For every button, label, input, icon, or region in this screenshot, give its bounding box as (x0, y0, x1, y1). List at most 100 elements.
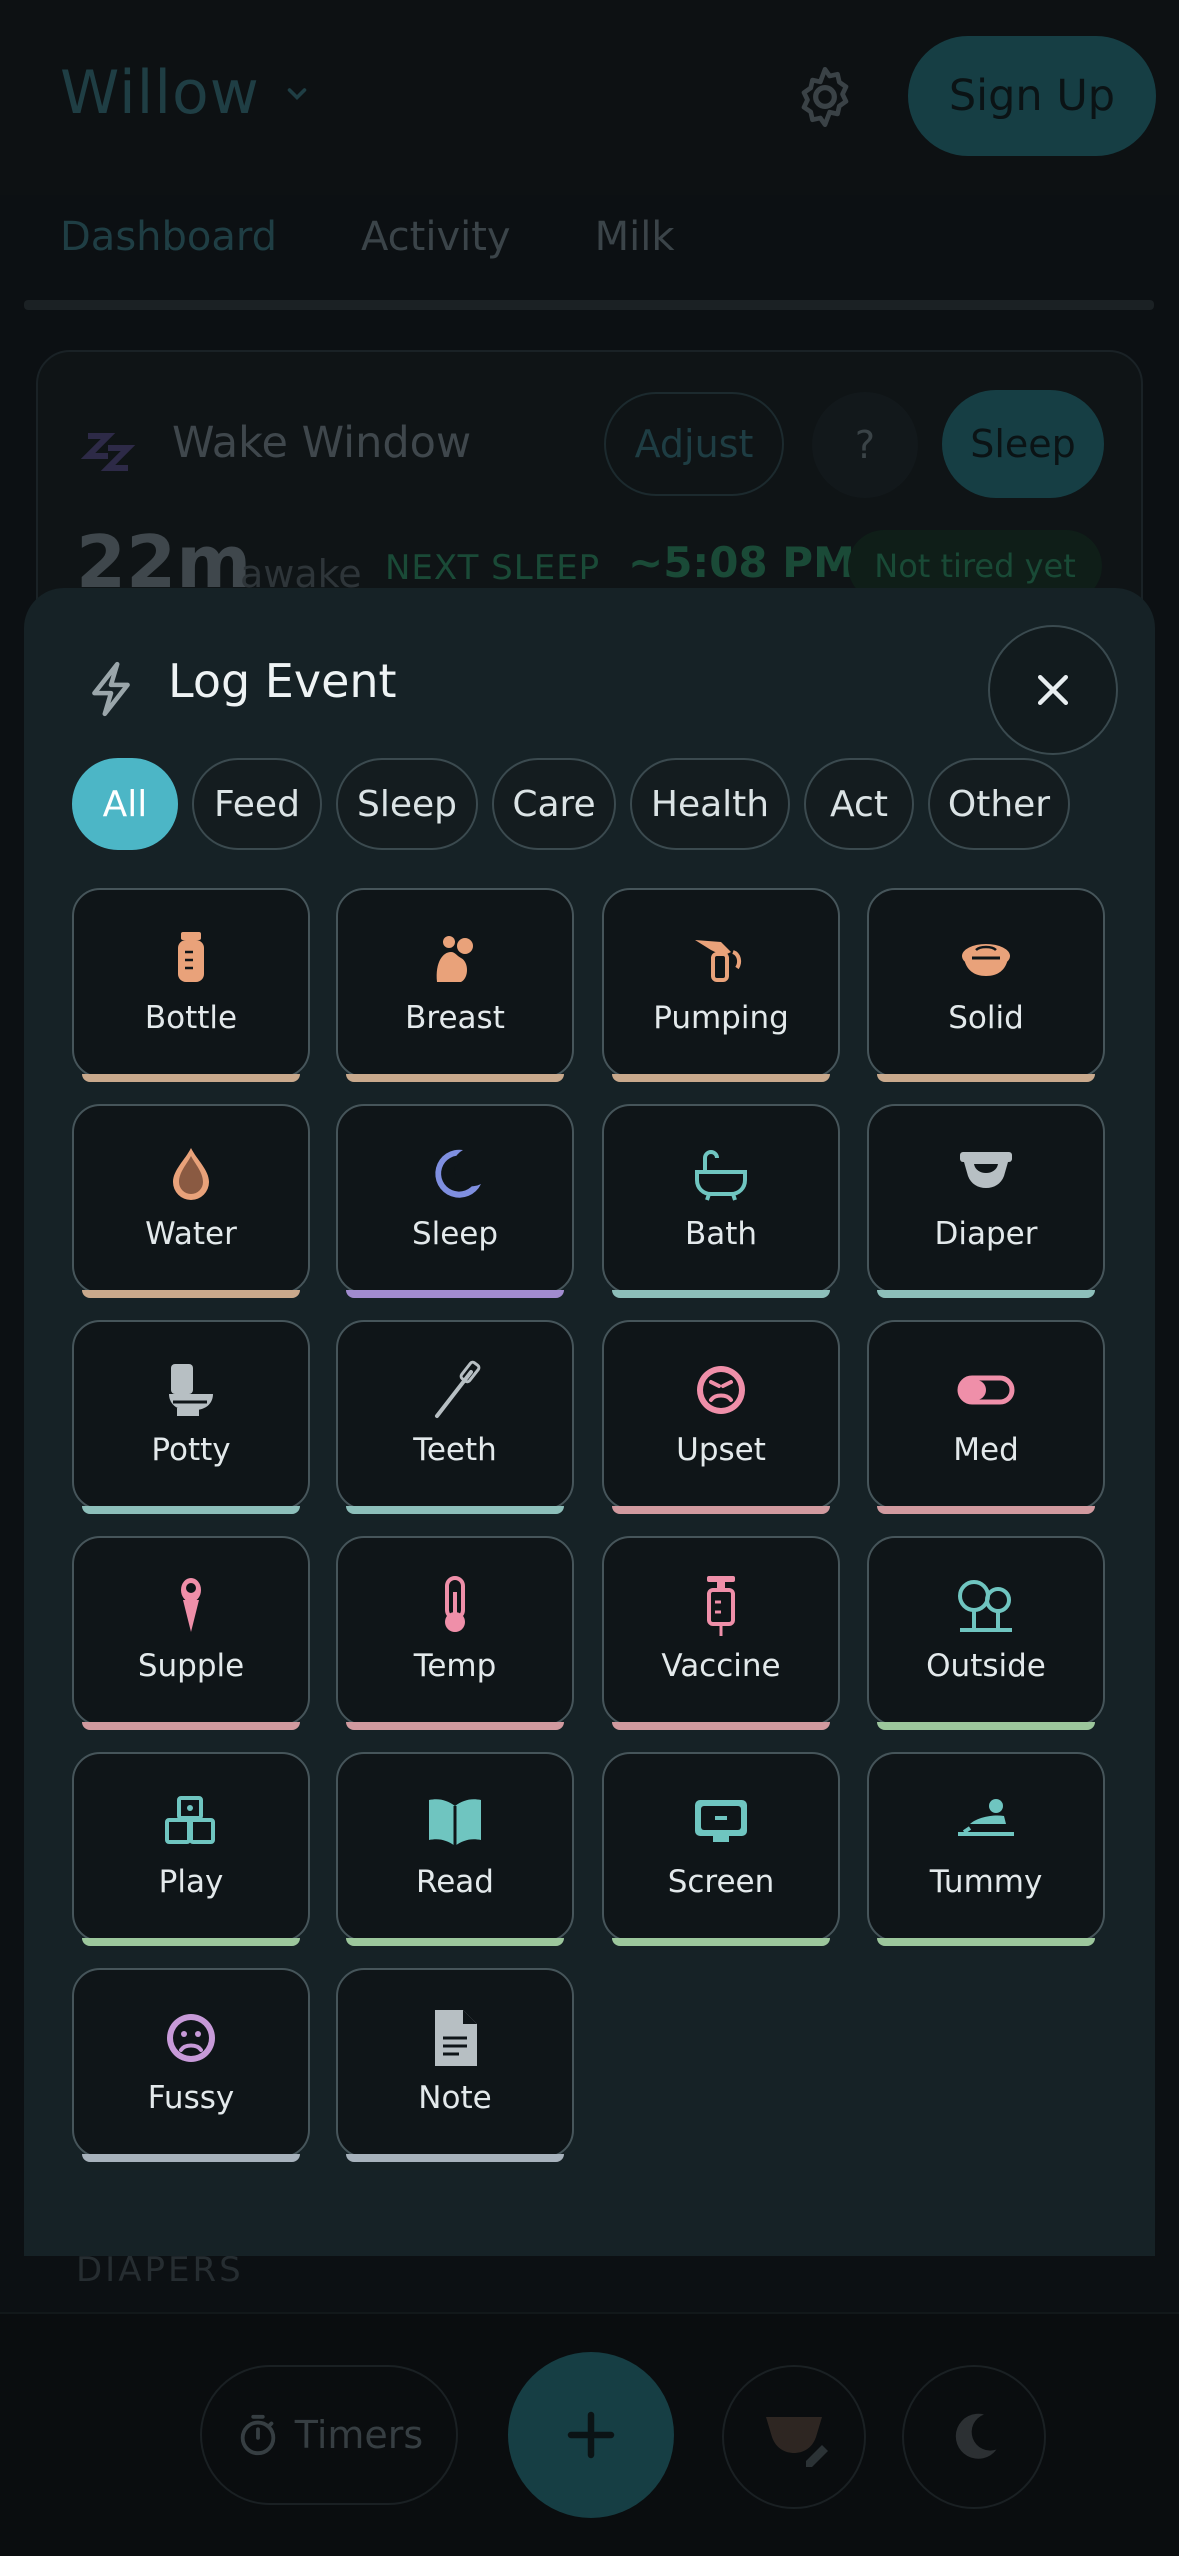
bathtub-icon (695, 1150, 747, 1201)
event-tile-label: Temp (413, 1648, 497, 1684)
timers-label: Timers (294, 2413, 424, 2457)
filter-chip-other[interactable]: Other (928, 758, 1070, 850)
event-tile-bath[interactable]: Bath (602, 1104, 840, 1298)
sign-up-button[interactable]: Sign Up (908, 36, 1156, 156)
event-tile-sleep[interactable]: Sleep (336, 1104, 574, 1298)
note-icon (435, 2010, 477, 2066)
event-tile-upset[interactable]: Upset (602, 1320, 840, 1514)
tab-activity[interactable]: Activity (361, 214, 511, 260)
lightning-icon (92, 661, 130, 717)
category-accent-bar (877, 1722, 1095, 1730)
help-button[interactable]: ? (812, 392, 918, 498)
adjust-button[interactable]: Adjust (604, 392, 784, 496)
close-icon (1037, 674, 1069, 706)
main-tabs: Dashboard Activity Milk (60, 214, 675, 260)
filter-chip-feed[interactable]: Feed (192, 758, 322, 850)
event-tile-outside[interactable]: Outside (867, 1536, 1105, 1730)
pump-icon (695, 940, 742, 982)
event-tile-potty[interactable]: Potty (72, 1320, 310, 1514)
event-tile-label: Water (145, 1216, 237, 1252)
category-accent-bar (346, 1722, 564, 1730)
category-filter-chips: All Feed Sleep Care Health Act Other (72, 758, 1070, 850)
filter-chip-sleep[interactable]: Sleep (336, 758, 478, 850)
event-tile-diaper[interactable]: Diaper (867, 1104, 1105, 1298)
sleep-zzz-icon (80, 433, 136, 471)
tab-dashboard[interactable]: Dashboard (60, 214, 277, 260)
event-tile-pumping[interactable]: Pumping (602, 888, 840, 1082)
category-accent-bar (346, 1938, 564, 1946)
event-tile-vaccine[interactable]: Vaccine (602, 1536, 840, 1730)
add-event-fab[interactable] (508, 2352, 674, 2518)
filter-chip-all[interactable]: All (72, 758, 178, 850)
event-tile-label: Solid (948, 1000, 1024, 1036)
category-accent-bar (82, 1506, 300, 1514)
pill-icon (957, 1375, 1015, 1405)
filter-chip-act[interactable]: Act (804, 758, 914, 850)
event-tile-water[interactable]: Water (72, 1104, 310, 1298)
category-accent-bar (877, 1938, 1095, 1946)
category-accent-bar (612, 1290, 830, 1298)
event-tile-label: Teeth (413, 1432, 497, 1468)
bottle-icon (178, 932, 204, 982)
dropper-icon (181, 1578, 201, 1632)
category-accent-bar (82, 1074, 300, 1082)
category-accent-bar (82, 1290, 300, 1298)
category-accent-bar (877, 1506, 1095, 1514)
thermometer-icon (445, 1576, 465, 1632)
category-accent-bar (612, 1938, 830, 1946)
event-tile-tummy[interactable]: Tummy (867, 1752, 1105, 1946)
event-tile-label: Outside (926, 1648, 1046, 1684)
event-tile-label: Diaper (934, 1216, 1038, 1252)
event-tile-label: Potty (151, 1432, 231, 1468)
event-tile-label: Bottle (144, 1000, 238, 1036)
event-tile-label: Pumping (653, 1000, 789, 1036)
category-accent-bar (82, 1938, 300, 1946)
category-accent-bar (877, 1074, 1095, 1082)
moon-icon (435, 1149, 481, 1198)
wake-window-title: Wake Window (172, 418, 472, 468)
event-tile-label: Upset (676, 1432, 766, 1468)
event-tile-teeth[interactable]: Teeth (336, 1320, 574, 1514)
event-tile-label: Fussy (147, 2080, 235, 2116)
event-tile-med[interactable]: Med (867, 1320, 1105, 1514)
category-accent-bar (346, 2154, 564, 2162)
category-accent-bar (612, 1722, 830, 1730)
category-accent-bar (82, 1722, 300, 1730)
event-tile-read[interactable]: Read (336, 1752, 574, 1946)
category-accent-bar (346, 1074, 564, 1082)
upset-face-icon (697, 1366, 745, 1414)
event-tile-screen[interactable]: Screen (602, 1752, 840, 1946)
timers-button[interactable]: Timers (200, 2365, 458, 2505)
category-accent-bar (346, 1290, 564, 1298)
event-tile-label: Note (418, 2080, 492, 2116)
event-tile-label: Tummy (929, 1864, 1043, 1900)
quick-log-sleep-button[interactable] (902, 2365, 1046, 2509)
event-tile-label: Supple (137, 1648, 245, 1684)
event-tile-label: Play (158, 1864, 224, 1900)
start-sleep-button[interactable]: Sleep (942, 390, 1104, 498)
event-tile-label: Screen (667, 1864, 775, 1900)
event-tile-bottle[interactable]: Bottle (72, 888, 310, 1082)
event-tile-solid[interactable]: Solid (867, 888, 1105, 1082)
bowl-icon (962, 944, 1010, 976)
event-tile-label: Read (416, 1864, 494, 1900)
filter-chip-care[interactable]: Care (492, 758, 616, 850)
event-tile-play[interactable]: Play (72, 1752, 310, 1946)
tab-milk[interactable]: Milk (595, 214, 675, 260)
event-tile-note[interactable]: Note (336, 1968, 574, 2162)
close-button[interactable] (988, 625, 1118, 755)
event-tile-breast[interactable]: Breast (336, 888, 574, 1082)
next-sleep-time: ~5:08 PM (628, 538, 855, 587)
gear-icon[interactable] (790, 62, 860, 132)
category-accent-bar (877, 1290, 1095, 1298)
brand-switcher[interactable]: Willow (60, 58, 312, 128)
filter-chip-health[interactable]: Health (630, 758, 790, 850)
event-tile-temp[interactable]: Temp (336, 1536, 574, 1730)
quick-log-diaper-button[interactable] (722, 2365, 866, 2509)
diaper-edit-icon (766, 2417, 828, 2467)
event-tile-fussy[interactable]: Fussy (72, 1968, 310, 2162)
category-accent-bar (612, 1506, 830, 1514)
event-tile-label: Breast (405, 1000, 505, 1036)
fussy-face-icon (167, 2014, 215, 2062)
event-tile-supple[interactable]: Supple (72, 1536, 310, 1730)
